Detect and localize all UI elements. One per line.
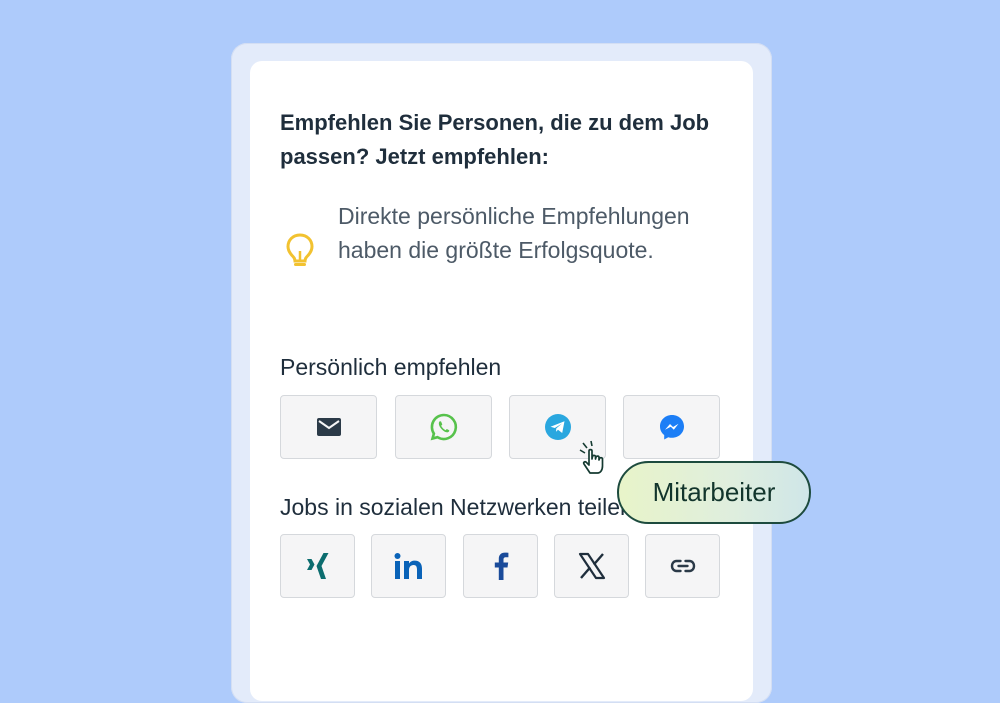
copy-link-button[interactable]	[645, 534, 720, 598]
linkedin-icon	[394, 553, 422, 579]
recommend-heading: Empfehlen Sie Personen, die zu dem Job p…	[280, 110, 710, 169]
social-share-label: Jobs in sozialen Netzwerken teilen	[280, 494, 633, 520]
email-share-button[interactable]	[280, 395, 377, 459]
xing-share-button[interactable]	[280, 534, 355, 598]
linkedin-share-button[interactable]	[371, 534, 446, 598]
messenger-icon	[659, 415, 684, 440]
hand-cursor-icon	[579, 440, 604, 474]
mitarbeiter-tooltip: Mitarbeiter	[617, 461, 811, 524]
personal-recommend-label: Persönlich empfehlen	[280, 354, 502, 380]
messenger-share-button[interactable]	[623, 395, 720, 459]
lightbulb-icon	[286, 233, 314, 266]
email-icon	[316, 418, 341, 436]
facebook-icon	[494, 552, 508, 580]
facebook-share-button[interactable]	[463, 534, 538, 598]
x-share-button[interactable]	[554, 534, 629, 598]
x-icon	[578, 552, 605, 580]
telegram-icon	[544, 414, 571, 440]
whatsapp-icon	[430, 413, 457, 441]
link-icon	[670, 559, 695, 573]
whatsapp-share-button[interactable]	[395, 395, 492, 459]
tip-text: Direkte persönliche Empfehlungen haben d…	[338, 203, 690, 263]
xing-icon	[306, 553, 328, 579]
